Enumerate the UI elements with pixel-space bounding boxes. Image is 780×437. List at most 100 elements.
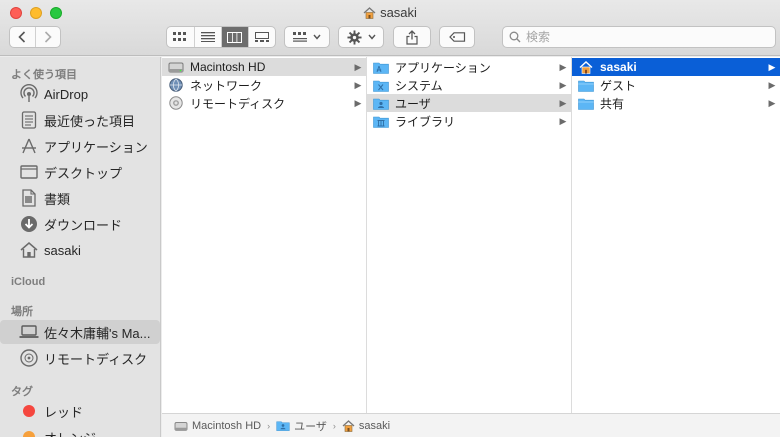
column-item-guest[interactable]: ゲスト ▶ xyxy=(572,76,780,94)
sidebar-item-sasaki[interactable]: sasaki xyxy=(8,238,158,262)
path-separator-icon: › xyxy=(332,420,336,431)
sidebar-item-label: ダウンロード xyxy=(44,217,123,233)
sidebar-item-label: リモートディスク xyxy=(44,351,148,367)
column-item-label: ゲスト xyxy=(600,78,637,93)
path-segment-users[interactable]: ユーザ xyxy=(276,418,327,434)
view-mode-group xyxy=(166,26,276,48)
sidebar-section-favorites: よく使う項目 xyxy=(11,69,77,81)
sidebar-item-documents[interactable]: 書類 xyxy=(8,186,158,210)
sidebar-item-recents[interactable]: 最近使った項目 xyxy=(8,108,158,132)
window-title-text: sasaki xyxy=(380,5,417,20)
disclosure-arrow-icon: ▶ xyxy=(559,61,567,72)
path-segment-sasaki[interactable]: sasaki xyxy=(342,420,390,432)
path-segment-label: sasaki xyxy=(358,419,391,432)
list-view-button[interactable] xyxy=(193,27,221,47)
column-item-label: システム xyxy=(395,78,443,93)
column-item-network[interactable]: ネットワーク ▶ xyxy=(162,76,366,94)
sidebar-item-label: AirDrop xyxy=(44,86,89,102)
sidebar-section-icloud[interactable]: iCloud xyxy=(11,276,45,288)
back-button[interactable] xyxy=(10,27,35,47)
column-item-remote-disc[interactable]: リモートディスク ▶ xyxy=(162,94,366,112)
sidebar-item-downloads[interactable]: ダウンロード xyxy=(8,212,158,236)
sidebar-item-applications[interactable]: アプリケーション xyxy=(8,134,158,158)
column-item-label: リモートディスク xyxy=(190,96,286,111)
disclosure-arrow-icon: ▶ xyxy=(354,61,362,72)
edit-tags-button[interactable] xyxy=(439,26,475,48)
column-item-library[interactable]: ライブラリ ▶ xyxy=(367,112,571,130)
sidebar-item-tag-orange[interactable]: オレンジ xyxy=(8,425,158,437)
disclosure-arrow-icon: ▶ xyxy=(768,97,776,108)
disclosure-arrow-icon: ▶ xyxy=(559,79,567,90)
hard-drive-icon xyxy=(174,421,188,431)
sidebar-section-tags: タグ xyxy=(11,386,33,398)
chevron-right-icon xyxy=(44,31,52,43)
window-toolbar: sasaki xyxy=(0,0,780,56)
sidebar: よく使う項目 AirDrop 最近使った項目 アプリケーション デスクトップ 書… xyxy=(0,57,161,437)
back-forward-group xyxy=(9,26,61,48)
disclosure-arrow-icon: ▶ xyxy=(559,115,567,126)
icon-view-button[interactable] xyxy=(167,27,194,47)
disclosure-arrow-icon: ▶ xyxy=(768,61,776,72)
disclosure-arrow-icon: ▶ xyxy=(559,97,567,108)
column-item-label: アプリケーション xyxy=(395,60,491,75)
column-item-macintosh-hd[interactable]: Macintosh HD ▶ xyxy=(162,58,366,76)
disclosure-arrow-icon: ▶ xyxy=(354,79,362,90)
remote-disc-icon xyxy=(18,348,40,368)
chevron-down-icon xyxy=(367,34,376,40)
sidebar-item-label: 佐々木庸輔's Ma... xyxy=(44,325,151,341)
disclosure-arrow-icon: ▶ xyxy=(768,79,776,90)
gallery-view-button[interactable] xyxy=(247,27,275,47)
list-icon xyxy=(200,32,215,42)
column-view-button[interactable] xyxy=(220,27,248,47)
sidebar-item-label: 最近使った項目 xyxy=(44,113,136,129)
tag-color-dot-icon xyxy=(18,427,40,437)
share-icon xyxy=(406,29,418,45)
column-item-system[interactable]: システム ▶ xyxy=(367,76,571,94)
column-item-label: 共有 xyxy=(600,96,625,111)
sidebar-item-label: sasaki xyxy=(44,242,81,258)
forward-button[interactable] xyxy=(34,27,60,47)
library-folder-icon xyxy=(373,113,389,129)
browser-column-3: sasaki ▶ ゲスト ▶ 共有 ▶ xyxy=(572,57,780,413)
path-separator-icon: › xyxy=(267,420,271,431)
downloads-icon xyxy=(18,214,40,234)
folder-icon xyxy=(578,95,594,111)
desktop-icon xyxy=(18,162,40,182)
users-folder-icon xyxy=(276,421,290,431)
sidebar-item-remote-disc[interactable]: リモートディスク xyxy=(8,346,158,370)
search-field[interactable] xyxy=(502,26,776,48)
column-item-applications[interactable]: アプリケーション ▶ xyxy=(367,58,571,76)
window-title: sasaki xyxy=(0,5,780,22)
hard-drive-icon xyxy=(168,59,184,75)
sidebar-item-desktop[interactable]: デスクトップ xyxy=(8,160,158,184)
sidebar-item-airdrop[interactable]: AirDrop xyxy=(8,82,158,106)
column-item-label: ネットワーク xyxy=(190,78,263,93)
action-menu-button[interactable] xyxy=(338,26,384,48)
documents-icon xyxy=(18,188,40,208)
column-item-shared[interactable]: 共有 ▶ xyxy=(572,94,780,112)
disclosure-arrow-icon: ▶ xyxy=(354,97,362,108)
sidebar-item-tag-red[interactable]: レッド xyxy=(8,399,158,423)
columns-icon xyxy=(227,31,243,43)
path-bar: Macintosh HD › ユーザ › sasaki xyxy=(162,413,780,437)
sidebar-section-locations: 場所 xyxy=(11,306,33,318)
sidebar-item-label: オレンジ xyxy=(44,428,96,437)
path-segment-label: Macintosh HD xyxy=(192,419,262,432)
column-item-sasaki[interactable]: sasaki ▶ xyxy=(572,58,780,76)
column-item-users[interactable]: ユーザ ▶ xyxy=(367,94,571,112)
browser-column-1: Macintosh HD ▶ ネットワーク ▶ リモートディスク ▶ xyxy=(162,57,367,413)
group-by-button[interactable] xyxy=(284,26,330,48)
applications-icon xyxy=(18,136,40,156)
tag-icon xyxy=(448,32,465,42)
group-grid-icon xyxy=(293,32,307,42)
orange-dot-icon xyxy=(23,431,35,437)
users-folder-icon xyxy=(373,95,389,111)
home-icon xyxy=(363,7,376,22)
share-button[interactable] xyxy=(393,26,431,48)
sidebar-item-this-mac[interactable]: 佐々木庸輔's Ma... xyxy=(0,320,160,344)
gallery-icon xyxy=(254,32,269,42)
home-icon xyxy=(18,240,40,260)
path-segment-macintosh-hd[interactable]: Macintosh HD xyxy=(174,420,261,432)
search-input[interactable] xyxy=(526,30,766,44)
laptop-icon xyxy=(18,322,40,342)
